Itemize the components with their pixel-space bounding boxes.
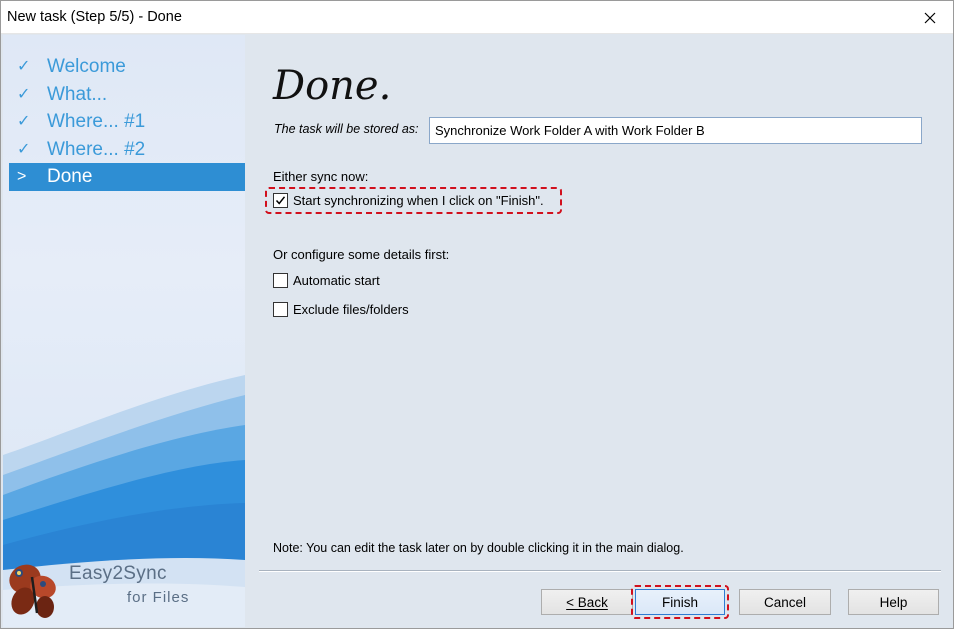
step-item-where-1: ✓ Where... #1 xyxy=(9,108,245,136)
task-name-input[interactable] xyxy=(429,117,922,144)
automatic-start-checkbox-row[interactable]: Automatic start xyxy=(273,273,380,288)
back-button-label: < Back xyxy=(566,594,608,610)
check-icon: ✓ xyxy=(17,58,31,76)
divider xyxy=(259,570,941,572)
step-label: Welcome xyxy=(47,56,126,78)
logo-subtitle: for Files xyxy=(127,589,190,606)
finish-button[interactable]: Finish xyxy=(635,589,725,615)
check-icon: ✓ xyxy=(17,85,31,103)
check-icon: ✓ xyxy=(17,113,31,131)
wizard-content: Done. The task will be stored as: Either… xyxy=(245,35,953,627)
start-sync-checkbox[interactable] xyxy=(273,193,288,208)
cancel-button-label: Cancel xyxy=(763,594,807,610)
exclude-files-checkbox-row[interactable]: Exclude files/folders xyxy=(273,302,409,317)
step-item-welcome: ✓ Welcome xyxy=(9,53,245,81)
checkmark-icon xyxy=(275,196,286,205)
exclude-files-checkbox[interactable] xyxy=(273,302,288,317)
close-button[interactable] xyxy=(907,1,953,34)
finish-button-label: Finish xyxy=(661,594,698,610)
current-step-icon: > xyxy=(17,168,27,186)
step-label: Where... #2 xyxy=(47,138,146,160)
close-icon xyxy=(924,12,936,23)
help-button[interactable]: Help xyxy=(848,589,939,615)
store-label: The task will be stored as: xyxy=(274,122,419,136)
check-icon: ✓ xyxy=(17,140,31,158)
dialog-window: New task (Step 5/5) - Done ✓ Welcome ✓ W… xyxy=(0,0,954,629)
wizard-sidebar: ✓ Welcome ✓ What... ✓ Where... #1 ✓ Wher… xyxy=(3,35,245,627)
title-bar: New task (Step 5/5) - Done xyxy=(1,1,953,34)
back-button[interactable]: < Back xyxy=(541,589,633,615)
help-button-label: Help xyxy=(879,594,908,610)
butterfly-logo-icon xyxy=(9,564,56,618)
note-text: Note: You can edit the task later on by … xyxy=(273,541,684,555)
configure-label: Or configure some details first: xyxy=(273,247,450,262)
step-item-what: ✓ What... xyxy=(9,81,245,109)
step-label: Where... #1 xyxy=(47,111,146,133)
step-list: ✓ Welcome ✓ What... ✓ Where... #1 ✓ Wher… xyxy=(9,53,245,191)
step-label: Done xyxy=(47,166,93,188)
page-title: Done. xyxy=(273,63,392,109)
step-item-done: > Done xyxy=(9,163,245,191)
exclude-files-label: Exclude files/folders xyxy=(293,302,409,317)
window-title: New task (Step 5/5) - Done xyxy=(7,9,182,25)
automatic-start-label: Automatic start xyxy=(293,273,380,288)
start-sync-label: Start synchronizing when I click on "Fin… xyxy=(293,193,544,208)
automatic-start-checkbox[interactable] xyxy=(273,273,288,288)
start-sync-checkbox-row[interactable]: Start synchronizing when I click on "Fin… xyxy=(273,193,544,208)
cancel-button[interactable]: Cancel xyxy=(739,589,831,615)
step-label: What... xyxy=(47,83,108,105)
sync-now-label: Either sync now: xyxy=(273,169,369,184)
step-item-where-2: ✓ Where... #2 xyxy=(9,136,245,164)
logo-name: Easy2Sync xyxy=(69,563,167,584)
